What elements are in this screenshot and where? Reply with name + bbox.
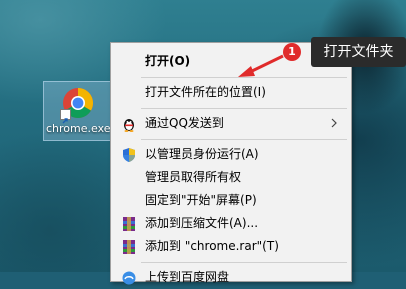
menu-item-run-as-admin[interactable]: 以管理员身份运行(A) <box>111 142 351 166</box>
menu-item-label: 添加到 "chrome.rar"(T) <box>145 239 279 253</box>
winrar-icon <box>123 217 135 231</box>
qq-icon <box>124 119 134 132</box>
menu-item-take-ownership[interactable]: 管理员取得所有权 <box>111 165 351 189</box>
menu-separator <box>141 139 347 140</box>
menu-item-open-file-location[interactable]: 打开文件所在的位置(I) <box>111 80 351 104</box>
step-badge: 1 <box>283 43 301 61</box>
menu-item-upload-baidu-netdisk[interactable]: 上传到百度网盘 <box>111 265 351 289</box>
menu-item-send-via-qq[interactable]: 通过QQ发送到 <box>111 111 351 135</box>
context-menu: 打开(O) 打开文件所在的位置(I) 通过QQ发送到 以管理员身份运行(A) 管 <box>110 42 352 285</box>
callout-label: 打开文件夹 <box>311 37 406 67</box>
menu-item-label: 打开文件所在的位置(I) <box>145 85 266 99</box>
menu-item-label: 添加到压缩文件(A)... <box>145 216 259 230</box>
menu-item-label: 固定到"开始"屏幕(P) <box>145 193 257 207</box>
uac-shield-icon <box>123 148 135 162</box>
menu-item-label: 上传到百度网盘 <box>145 270 230 284</box>
menu-item-pin-to-start[interactable]: 固定到"开始"屏幕(P) <box>111 188 351 212</box>
menu-item-label: 管理员取得所有权 <box>145 170 242 184</box>
shortcut-arrow-icon <box>60 109 71 124</box>
menu-separator <box>141 108 347 109</box>
baidu-netdisk-icon <box>122 271 136 285</box>
desktop-icon-label: chrome.exe <box>46 122 111 135</box>
chevron-right-icon <box>331 118 337 128</box>
menu-item-label: 以管理员身份运行(A) <box>145 147 259 161</box>
winrar-icon <box>123 240 135 254</box>
menu-item-add-to-archive[interactable]: 添加到压缩文件(A)... <box>111 211 351 235</box>
menu-item-add-to-chrome-rar[interactable]: 添加到 "chrome.rar"(T) <box>111 234 351 258</box>
menu-separator <box>141 262 347 263</box>
menu-item-label: 通过QQ发送到 <box>145 116 224 130</box>
menu-separator <box>141 77 347 78</box>
desktop-icon-chrome[interactable]: chrome.exe <box>43 81 113 141</box>
menu-item-label: 打开(O) <box>145 54 191 68</box>
